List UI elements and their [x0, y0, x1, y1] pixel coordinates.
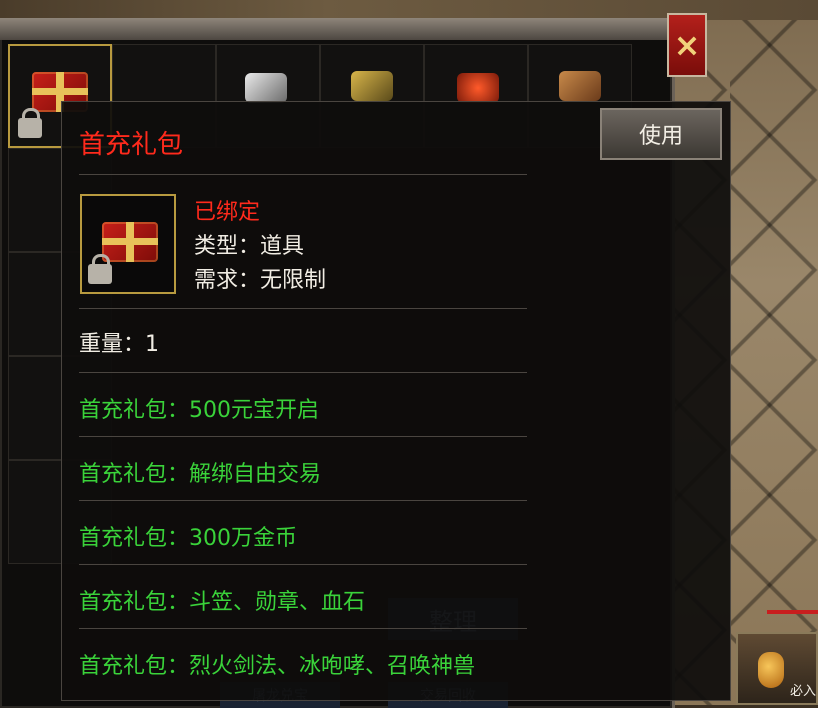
potion-icon — [758, 652, 784, 688]
potion-quick-slot[interactable]: 必入 — [736, 632, 818, 705]
divider — [79, 372, 527, 373]
content-line: 首充礼包：300万金币 — [79, 526, 297, 551]
item-type: 类型：道具 — [194, 234, 305, 259]
use-button[interactable]: 使用 — [600, 108, 722, 160]
content-line: 首充礼包：500元宝开启 — [79, 398, 319, 423]
item-icon-frame — [80, 194, 176, 294]
item-weight: 重量：1 — [79, 332, 159, 357]
armor-item-icon — [245, 73, 287, 103]
lock-icon — [88, 254, 112, 284]
divider — [79, 500, 527, 501]
content-line: 首充礼包：斗笠、勋章、血石 — [79, 590, 366, 615]
divider — [79, 436, 527, 437]
divider — [79, 308, 527, 309]
medal-item-icon — [457, 73, 499, 103]
content-line: 首充礼包：解绑自由交易 — [79, 462, 322, 487]
tooltip-title: 首充礼包 — [79, 130, 184, 160]
scroll-item-icon — [559, 71, 601, 101]
inventory-frame-top — [0, 18, 672, 40]
lock-icon — [18, 108, 42, 138]
item-tooltip: 首充礼包 使用 已绑定 类型：道具 需求：无限制 重量：1 首充礼包：500元宝… — [61, 101, 731, 701]
content-line: 首充礼包：烈火剑法、冰咆哮、召唤神兽 — [79, 654, 476, 679]
bind-status: 已绑定 — [194, 200, 261, 225]
hat-item-icon — [351, 71, 393, 101]
potion-label: 必入 — [790, 684, 817, 699]
item-requirement: 需求：无限制 — [194, 268, 327, 293]
hp-bar — [767, 610, 818, 614]
inventory-close-button[interactable]: × — [667, 13, 707, 77]
divider — [79, 564, 527, 565]
gift-box-icon — [102, 222, 158, 262]
divider — [79, 628, 527, 629]
divider — [79, 174, 527, 175]
